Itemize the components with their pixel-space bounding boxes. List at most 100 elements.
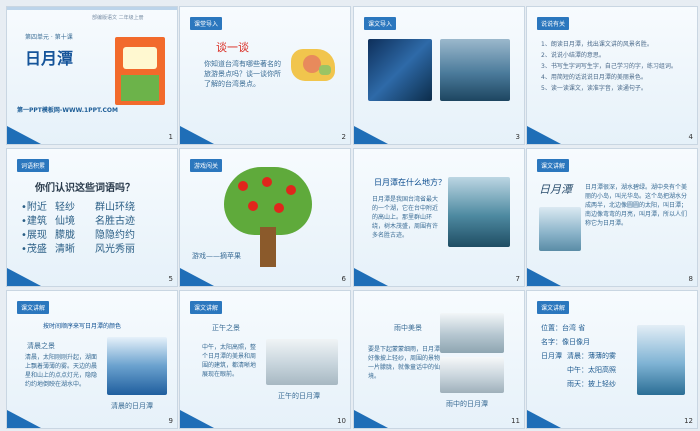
slide-thumbnail-12[interactable]: 课文讲解 位置：台湾 省 名字：像日像月 日月潭 清晨：薄薄的雾 中午：太阳高照 … [527,291,697,428]
slide-heading: 你们认识这些词语吗？ [35,183,135,194]
slide-tag: 词语积累 [17,159,50,172]
lake-photo [266,339,338,385]
corner-decoration [354,126,388,144]
slide-tag: 游戏闯关 [190,159,223,172]
slide-caption: 正午的日月潭 [278,392,320,400]
corner-decoration [527,126,561,144]
list-item: 3、书写生字词写生字，自己学习的字，练习组词。 [541,63,677,70]
slide-topbar [7,7,177,10]
lake-photo-1 [368,39,432,101]
slide-number: 7 [515,275,520,283]
list-item: 5、读一读课文，读准字音，读通句子。 [541,85,647,92]
summary-table: 位置：台湾 省 名字：像日像月 日月潭 清晨：薄薄的雾 中午：太阳高照 雨天：披上… [541,321,641,391]
word: 轻纱 [55,202,75,213]
slide-body: 日月潭是我国台湾省最大的一个湖，它在台中附近的高山上。那里群山环绕，树木茂盛，周… [372,196,439,239]
lake-photo [637,325,685,395]
list-item: 2、说说小结潭的意思。 [541,52,605,59]
objectives-list: 1、朗读日月潭，找出课文讲的风景名胜。 2、说说小结潭的意思。 3、书写生字词写… [541,39,691,94]
slide-tag: 课文讲解 [537,301,570,314]
word: •附近 [21,202,47,213]
corner-note: 部编版语文 二年级上册 [92,15,144,21]
corner-decoration [527,268,561,286]
slide-tag: 课文讲解 [537,159,570,172]
slide-body: 日月潭很深，湖水碧绿。湖中央有个美丽的小岛，叫光华岛。这个岛把湖水分成两半，北边… [585,184,688,227]
lake-photo [448,177,510,247]
slide-body: 你知道台湾有哪些著名的旅游景点吗？谈一谈你所了解的台湾景点。 [204,60,281,88]
word-row: •附近 轻纱 群山环绕 [21,201,171,215]
summary-row: 日月潭 清晨：薄薄的雾 [541,349,641,363]
word-row: •建筑 仙境 名胜古迹 [21,215,171,229]
slide-number: 2 [341,133,346,141]
slide-thumbnail-3[interactable]: 课文导入 3 [354,7,524,144]
decorative-title: 日月潭 [539,183,572,196]
word: 朦胧 [55,230,75,241]
slide-tag: 课文导入 [364,17,397,30]
word: 仙境 [55,216,75,227]
slide-tag: 课堂导入 [190,17,223,30]
list-item: 1、朗读日月潭，找出课文讲的风景名胜。 [541,41,653,48]
slide-number: 8 [688,275,693,283]
list-item: 4、用简短的话说说日月潭的美丽景色。 [541,74,647,81]
lake-photo [539,207,581,251]
slide-title: 日月潭在什么地方？ [374,178,446,187]
corner-decoration [180,126,214,144]
slide-tag: 说说有关 [537,17,570,30]
word: •茂盛 [21,244,47,255]
slide-body: 清晨，太阳刚刚升起，湖面上飘着薄薄的雾。天边的晨星和山上的点点灯光，隐隐约约地倒… [25,354,98,388]
lake-photo-2 [440,357,504,393]
word: •展现 [21,230,47,241]
site-label: 第一PPT模板网-WWW.1PPT.COM [17,107,118,114]
slide-tag: 课文讲解 [190,301,223,314]
corner-decoration [7,126,41,144]
slide-heading: 正午之景 [212,324,240,332]
summary-value: 清晨：薄薄的雾 [567,352,616,360]
slide-thumbnail-2[interactable]: 课堂导入 谈一谈 你知道台湾有哪些著名的旅游景点吗？谈一谈你所了解的台湾景点。 … [180,7,350,144]
corner-decoration [180,410,214,428]
slide-thumbnail-1[interactable]: 部编版语文 二年级上册 第四单元 · 第十课 日月潭 第一PPT模板网-WWW.… [7,7,177,144]
slide-thumbnail-4[interactable]: 说说有关 1、朗读日月潭，找出课文讲的风景名胜。 2、说说小结潭的意思。 3、书… [527,7,697,144]
corner-decoration [527,410,561,428]
word-row: •茂盛 清晰 风光秀丽 [21,243,171,257]
slide-caption: 雨中的日月潭 [446,400,488,408]
slide-number: 4 [688,133,693,141]
corner-decoration [354,410,388,428]
slide-tag: 课文讲解 [17,301,50,314]
slide-thumbnail-10[interactable]: 课文讲解 正午之景 中午，太阳高照，整个日月潭的美景和周围的建筑，都清晰地展现在… [180,291,350,428]
slide-number: 6 [341,275,346,283]
word: 清晰 [55,244,75,255]
corner-decoration [7,268,41,286]
lake-photo-2 [440,39,510,101]
slide-thumbnail-8[interactable]: 课文讲解 日月潭 日月潭很深，湖水碧绿。湖中央有个美丽的小岛，叫光华岛。这个岛把… [527,149,697,286]
lake-photo-1 [440,313,504,353]
slide-caption: 游戏——摘苹果 [192,252,241,260]
corner-decoration [7,410,41,428]
slide-thumbnail-11[interactable]: 雨中美景 要是下起蒙蒙细雨，日月潭好像披上轻纱，周围的景物一片朦胧，就像童话中的… [354,291,524,428]
word: 风光秀丽 [95,244,135,255]
slide-caption: 清晨的日月潭 [111,402,153,410]
slide-thumbnail-7[interactable]: 日月潭在什么地方？ 日月潭是我国台湾省最大的一个湖，它在台中附近的高山上。那里群… [354,149,524,286]
slide-thumbnail-9[interactable]: 课文讲解 按时间顺序来写日月潭的颜色 清晨之景 清晨，太阳刚刚升起，湖面上飘着薄… [7,291,177,428]
slide-grid: 部编版语文 二年级上册 第四单元 · 第十课 日月潭 第一PPT模板网-WWW.… [0,0,700,431]
unit-label: 第四单元 · 第十课 [25,34,73,41]
slide-body: 要是下起蒙蒙细雨，日月潭好像披上轻纱，周围的景物一片朦胧，就像童话中的仙境。 [368,346,441,380]
lake-photo [107,337,167,395]
corner-decoration [180,268,214,286]
slide-heading: 清晨之景 [27,342,55,350]
slide-thumbnail-6[interactable]: 游戏闯关 游戏——摘苹果 6 [180,149,350,286]
word: 名胜古迹 [95,216,135,227]
slide-number: 12 [684,417,693,425]
slide-subtitle: 按时间顺序来写日月潭的颜色 [43,323,122,330]
slide-thumbnail-5[interactable]: 词语积累 你们认识这些词语吗？ •附近 轻纱 群山环绕 •建筑 仙境 名胜古迹 •展现朦… [7,149,177,286]
slide-number: 5 [168,275,173,283]
word: 隐隐约约 [95,230,135,241]
summary-row: 雨天：披上轻纱 [567,380,616,388]
summary-row: 位置：台湾 省 [541,324,586,332]
textbook-cover-image [115,37,165,105]
slide-title: 日月潭 [25,49,74,68]
summary-row: 中午：太阳高照 [567,366,616,374]
slide-heading: 雨中美景 [394,324,422,332]
slide-number: 11 [511,417,520,425]
word: 群山环绕 [95,202,135,213]
summary-key: 日月潭 [541,352,562,360]
slide-number: 9 [168,417,173,425]
